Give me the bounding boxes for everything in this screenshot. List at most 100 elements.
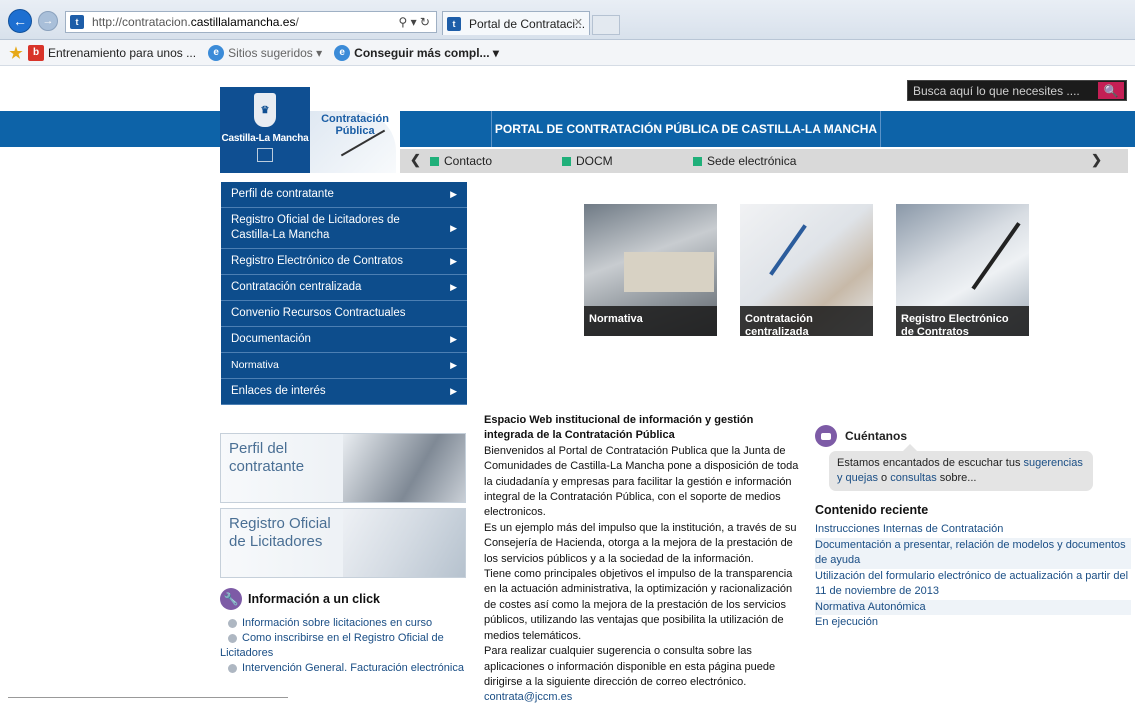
section-title: Contenido reciente <box>815 503 929 517</box>
info-list: Información sobre licitaciones en curso … <box>220 616 470 676</box>
arrow-right-icon: ▶ <box>450 282 457 292</box>
browser-chrome: ← → t http://contratacion.castillalamanc… <box>0 0 1135 42</box>
recent-link[interactable]: Normativa Autonómica <box>815 599 1131 615</box>
address-bar[interactable]: t http://contratacion.castillalamancha.e… <box>65 11 437 33</box>
welcome-heading: Espacio Web institucional de información… <box>484 414 754 442</box>
jccm-logo[interactable]: ♛ Castilla-La Mancha <box>220 87 310 173</box>
portal-title: PORTAL DE CONTRATACIÓN PÚBLICA DE CASTIL… <box>491 111 881 147</box>
link-sede-electronica[interactable]: Sede electrónica <box>693 154 796 168</box>
site-favicon-icon: t <box>70 15 84 29</box>
green-square-icon <box>562 156 571 166</box>
arrow-right-icon: ▶ <box>450 360 457 370</box>
recent-link[interactable]: Instrucciones Internas de Contratación <box>815 522 1131 538</box>
horizontal-scrollbar[interactable] <box>8 697 288 698</box>
tile-caption: Registro Electrónico de Contratos <box>896 306 1029 336</box>
recent-link[interactable]: Utilización del formulario electrónico d… <box>815 569 1131 600</box>
chat-icon <box>815 425 837 447</box>
favorite-conseguir-mas[interactable]: e Conseguir más compl... ▾ <box>334 44 499 61</box>
tab-favicon-icon: t <box>447 16 461 31</box>
tile-caption: Contratación centralizada <box>740 306 873 336</box>
arrow-right-icon: ▶ <box>450 256 457 266</box>
link-docm[interactable]: DOCM <box>562 154 613 168</box>
wrench-icon: 🔧 <box>220 588 242 610</box>
favorites-star-icon[interactable]: ★ <box>8 45 24 62</box>
welcome-paragraph: Tiene como principales objetivos el impu… <box>484 568 793 642</box>
new-tab-button[interactable] <box>592 15 620 35</box>
menu-item-registro-oficial[interactable]: Registro Oficial de Licitadores de Casti… <box>221 208 467 249</box>
forward-button[interactable]: → <box>38 11 58 31</box>
bullet-icon <box>228 663 237 673</box>
pen-image <box>769 224 807 276</box>
welcome-paragraph: Para realizar cualquier sugerencia o con… <box>484 645 776 688</box>
section-title: Información a un click <box>248 592 380 606</box>
chevron-right-icon[interactable]: ❯ <box>1091 152 1102 168</box>
menu-item-enlaces[interactable]: Enlaces de interés ▶ <box>221 379 467 405</box>
crest-icon: ♛ <box>254 93 276 127</box>
favorite-sitios-sugeridos[interactable]: e Sitios sugeridos ▾ <box>208 44 322 61</box>
info-link[interactable]: Como inscribirse en el Registro Oficial … <box>220 631 470 661</box>
ie-icon: e <box>208 44 225 61</box>
tile-normativa[interactable]: Normativa <box>584 204 717 336</box>
favorites-bar: ★ b Entrenamiento para unos ... e Sitios… <box>0 40 1135 66</box>
info-link[interactable]: Intervención General. Facturación electr… <box>220 661 470 676</box>
welcome-text: Espacio Web institucional de información… <box>484 413 800 706</box>
menu-item-registro-electronico[interactable]: Registro Electrónico de Contratos ▶ <box>221 249 467 275</box>
arrow-right-icon: ▶ <box>450 334 457 344</box>
contenido-reciente: Contenido reciente Instrucciones Interna… <box>815 503 1131 631</box>
info-a-un-click: 🔧 Información a un click Información sob… <box>220 588 470 676</box>
back-button[interactable]: ← <box>8 9 32 33</box>
menu-item-convenio[interactable]: Convenio Recursos Contractuales <box>221 301 467 327</box>
handshake-image <box>343 434 465 502</box>
back-arrow-icon: ← <box>13 13 27 29</box>
site-search: 🔍 <box>907 80 1127 101</box>
menu-item-perfil[interactable]: Perfil de contratante ▶ <box>221 182 467 208</box>
arrow-right-icon: ▶ <box>450 189 457 199</box>
building-image <box>624 252 714 292</box>
tile-registro-electronico[interactable]: Registro Electrónico de Contratos <box>896 204 1029 336</box>
browser-tab[interactable]: t Portal de Contrataci... ✕ <box>442 11 590 35</box>
main-menu: Perfil de contratante ▶ Registro Oficial … <box>221 182 467 405</box>
search-refresh-icons[interactable]: ⚲ ▾ ↻ <box>398 15 430 29</box>
contratacion-publica-logo[interactable]: Contratación Pública <box>310 87 400 173</box>
pen-image <box>971 222 1021 290</box>
info-link[interactable]: Información sobre licitaciones en curso <box>220 616 470 631</box>
tab-title: Portal de Contrataci... <box>469 16 586 31</box>
cuentanos-bubble: Estamos encantados de escuchar tus suger… <box>829 444 1093 491</box>
search-button[interactable]: 🔍 <box>1098 82 1124 99</box>
logo-text: Castilla-La Mancha <box>221 133 309 144</box>
tile-caption: Normativa <box>584 306 717 336</box>
menu-item-documentacion[interactable]: Documentación ▶ <box>221 327 467 353</box>
welcome-paragraph: Es un ejemplo más del impulso que la ins… <box>484 521 797 565</box>
link-contacto[interactable]: Contacto <box>430 154 492 168</box>
welcome-paragraph: Bienvenidos al Portal de Contratación Pu… <box>484 444 799 519</box>
forward-arrow-icon: → <box>42 15 54 27</box>
bing-icon: b <box>28 44 44 61</box>
bullet-icon <box>228 618 237 628</box>
ie-icon: e <box>334 44 351 61</box>
arrow-right-icon: ▶ <box>450 386 457 396</box>
bullet-icon <box>228 633 237 643</box>
green-square-icon <box>693 156 702 166</box>
menu-item-contratacion-centralizada[interactable]: Contratación centralizada ▶ <box>221 275 467 301</box>
banner-registro-licitadores[interactable]: Registro Oficial de Licitadores <box>220 508 466 578</box>
logo-emblem-icon <box>257 148 273 162</box>
tile-contratacion-centralizada[interactable]: Contratación centralizada <box>740 204 873 336</box>
tab-close-icon[interactable]: ✕ <box>574 16 583 29</box>
cp-title: Contratación Pública <box>321 113 389 137</box>
green-square-icon <box>430 156 439 166</box>
cuentanos-widget: Cuéntanos Estamos encantados de escuchar… <box>815 425 1095 491</box>
search-input[interactable] <box>908 81 1098 100</box>
recent-link[interactable]: En ejecución <box>815 615 1131 631</box>
url-text[interactable]: http://contratacion.castillalamancha.es/ <box>92 15 299 29</box>
quick-links-bar: ❮ Contacto DOCM Sede electrónica ❯ <box>400 149 1128 173</box>
search-icon: 🔍 <box>1103 83 1119 98</box>
contact-email-link[interactable]: contrata@jccm.es <box>484 690 800 705</box>
recent-link[interactable]: Documentación a presentar, relación de m… <box>815 537 1131 569</box>
cuentanos-title: Cuéntanos <box>845 429 908 443</box>
consultas-link[interactable]: consultas <box>890 472 936 484</box>
document-stamp-image <box>343 509 465 577</box>
favorite-entrenamiento[interactable]: b Entrenamiento para unos ... <box>28 44 196 61</box>
menu-item-normativa[interactable]: Normativa ▶ <box>221 353 467 379</box>
banner-perfil-contratante[interactable]: Perfil del contratante <box>220 433 466 503</box>
chevron-left-icon[interactable]: ❮ <box>410 152 421 168</box>
